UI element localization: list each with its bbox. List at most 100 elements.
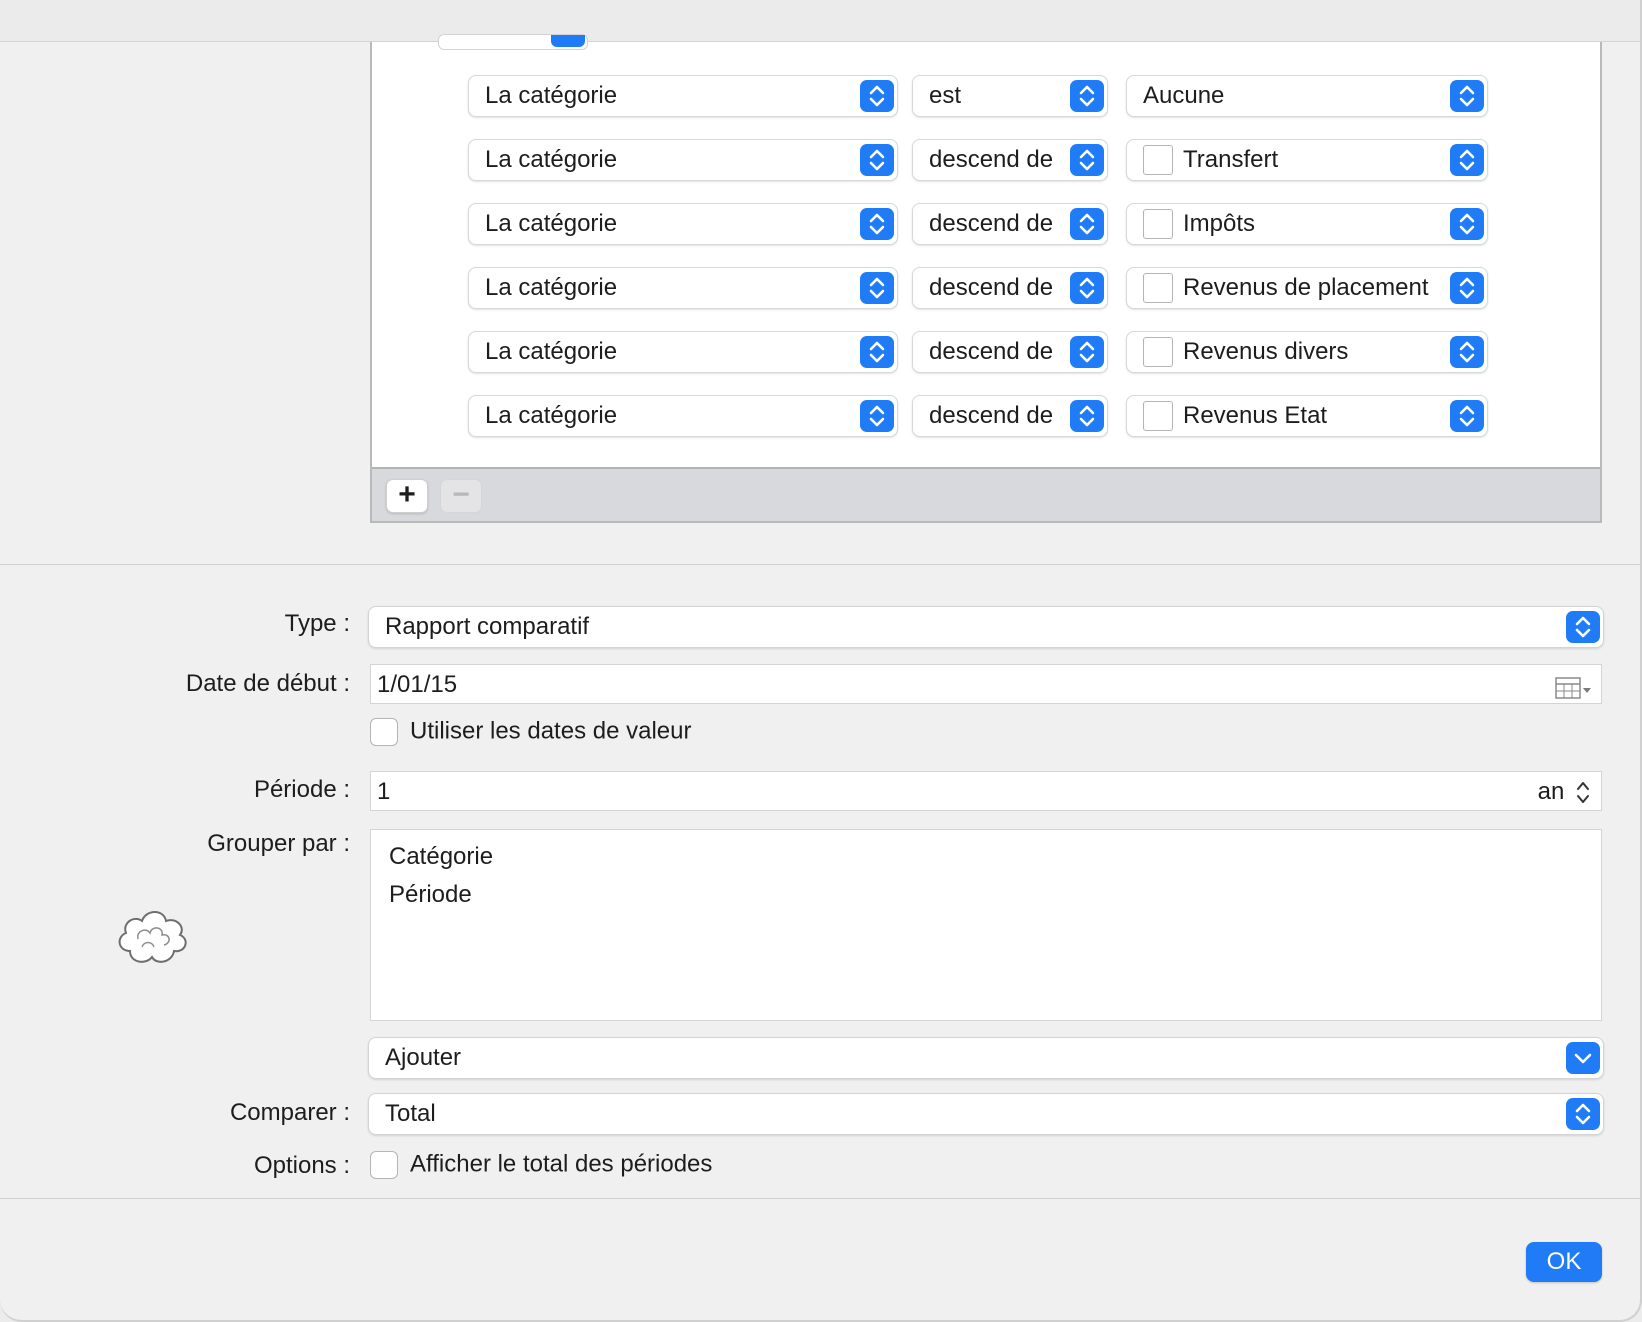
rule-value-text: Impôts [1183, 210, 1256, 237]
up-down-chevron-icon [1450, 80, 1484, 112]
period-total-checkbox[interactable] [370, 1150, 398, 1179]
rule-field-popup[interactable]: La catégorie [468, 267, 898, 309]
rule-value-text: Aucune [1143, 82, 1225, 109]
value-dates-option[interactable]: Utiliser les dates de valeur [370, 717, 691, 746]
rule-field-value: La catégorie [485, 274, 618, 301]
rule-value-popup[interactable]: Revenus de placement [1126, 267, 1488, 309]
type-value: Rapport comparatif [385, 613, 590, 640]
rules-footer-bar: + − [372, 467, 1600, 521]
rule-value-text: Revenus de placement [1183, 274, 1429, 301]
rule-value-popup[interactable]: Revenus Etat [1126, 395, 1488, 437]
period-total-label: Afficher le total des périodes [410, 1150, 713, 1178]
chevron-down-icon [1566, 1042, 1600, 1074]
period-value: 1 [377, 778, 391, 805]
rule-operator-popup[interactable]: descend de [912, 139, 1108, 181]
rule-operator-popup[interactable]: descend de [912, 395, 1108, 437]
remove-rule-button[interactable]: − [440, 479, 482, 513]
rule-value-checkbox[interactable] [1143, 273, 1173, 303]
section-divider [0, 564, 1640, 565]
rule-field-popup[interactable]: La catégorie [468, 139, 898, 181]
rule-value-popup[interactable]: Revenus divers [1126, 331, 1488, 373]
up-down-chevron-icon [860, 272, 894, 304]
period-unit-popup[interactable]: an [1538, 772, 1591, 812]
value-dates-label: Utiliser les dates de valeur [410, 717, 692, 745]
rule-operator-popup[interactable]: descend de [912, 203, 1108, 245]
rule-row: La catégorie descend de Revenus de placeme… [468, 267, 1498, 309]
rule-field-value: La catégorie [485, 82, 618, 109]
partial-parent-rule-popup[interactable] [438, 34, 588, 50]
up-down-chevron-icon [1577, 781, 1589, 803]
period-label: Période : [253, 776, 350, 803]
up-down-chevron-icon [1566, 611, 1600, 643]
up-down-chevron-icon [1450, 144, 1484, 176]
rule-row: La catégorie est Aucune [468, 75, 1498, 117]
up-down-chevron-icon [860, 336, 894, 368]
rule-value-checkbox[interactable] [1143, 337, 1173, 367]
rule-operator-value: descend de [929, 146, 1054, 173]
type-label: Type : [284, 610, 350, 637]
list-item[interactable]: Période [389, 876, 1583, 914]
rule-operator-value: descend de [929, 402, 1054, 429]
up-down-chevron-icon [1070, 208, 1104, 240]
group-by-label: Grouper par : [207, 830, 350, 857]
add-grouping-value: Ajouter [385, 1044, 462, 1071]
rule-field-value: La catégorie [485, 146, 618, 173]
up-down-chevron-icon [1070, 272, 1104, 304]
rule-operator-value: descend de [929, 338, 1054, 365]
up-down-chevron-icon [1450, 400, 1484, 432]
rule-field-value: La catégorie [485, 210, 618, 237]
rule-operator-popup[interactable]: est [912, 75, 1108, 117]
rule-operator-popup[interactable]: descend de [912, 267, 1108, 309]
value-dates-checkbox[interactable] [370, 717, 398, 746]
rule-row: La catégorie descend de Transfert [468, 139, 1498, 181]
up-down-chevron-icon [1450, 336, 1484, 368]
rule-value-popup[interactable]: Impôts [1126, 203, 1488, 245]
group-by-list[interactable]: Catégorie Période [370, 829, 1602, 1021]
rule-value-text: Revenus divers [1183, 338, 1349, 365]
up-down-chevron-icon [1070, 400, 1104, 432]
start-date-field[interactable]: 1/01/15 [370, 664, 1602, 704]
up-down-chevron-icon [1070, 336, 1104, 368]
compare-label: Comparer : [229, 1099, 350, 1126]
type-popup[interactable]: Rapport comparatif [368, 606, 1604, 648]
title-bar [0, 0, 1640, 42]
rule-operator-value: est [929, 82, 962, 109]
rule-field-popup[interactable]: La catégorie [468, 331, 898, 373]
up-down-chevron-icon [1070, 80, 1104, 112]
cloud-icon [112, 903, 192, 978]
up-down-chevron-icon [1566, 1098, 1600, 1130]
list-item[interactable]: Catégorie [389, 838, 1583, 876]
rule-field-popup[interactable]: La catégorie [468, 75, 898, 117]
rule-value-checkbox[interactable] [1143, 401, 1173, 431]
rule-field-value: La catégorie [485, 338, 618, 365]
rule-row: La catégorie descend de Impôts [468, 203, 1498, 245]
period-field[interactable]: 1 an [370, 771, 1602, 811]
rule-row: La catégorie descend de Revenus Etat [468, 395, 1498, 437]
compare-value: Total [385, 1100, 436, 1127]
rule-value-popup[interactable]: Aucune [1126, 75, 1488, 117]
rule-value-checkbox[interactable] [1143, 145, 1173, 175]
up-down-chevron-icon [860, 208, 894, 240]
add-grouping-popup[interactable]: Ajouter [368, 1037, 1604, 1079]
calendar-grid-icon[interactable] [1555, 674, 1593, 714]
rule-operator-value: descend de [929, 274, 1054, 301]
rule-value-popup[interactable]: Transfert [1126, 139, 1488, 181]
add-rule-button[interactable]: + [386, 479, 428, 513]
rule-row: La catégorie descend de Revenus divers [468, 331, 1498, 373]
rule-operator-popup[interactable]: descend de [912, 331, 1108, 373]
ok-button[interactable]: OK [1526, 1242, 1602, 1282]
rule-field-popup[interactable]: La catégorie [468, 203, 898, 245]
rule-field-popup[interactable]: La catégorie [468, 395, 898, 437]
period-total-option[interactable]: Afficher le total des périodes [370, 1150, 712, 1179]
report-settings-window: La catégorie est Aucune La catégorie descend… [0, 0, 1642, 1322]
rule-operator-value: descend de [929, 210, 1054, 237]
start-date-value: 1/01/15 [377, 671, 458, 698]
up-down-chevron-icon [860, 80, 894, 112]
rule-value-text: Revenus Etat [1183, 402, 1328, 429]
period-unit: an [1537, 778, 1565, 805]
compare-popup[interactable]: Total [368, 1093, 1604, 1135]
rule-value-checkbox[interactable] [1143, 209, 1173, 239]
up-down-chevron-icon [860, 144, 894, 176]
up-down-chevron-icon [1070, 144, 1104, 176]
up-down-chevron-icon [1450, 208, 1484, 240]
